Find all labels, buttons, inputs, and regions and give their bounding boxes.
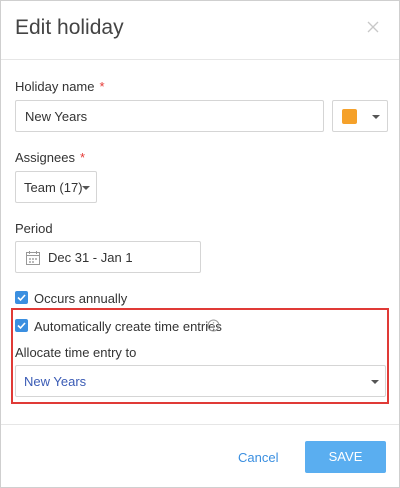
auto-time-entries-checkbox[interactable] [15, 319, 28, 332]
checkmark-icon [17, 294, 26, 302]
chevron-down-icon [82, 186, 90, 190]
assignees-dropdown[interactable]: Team (17) [15, 171, 97, 203]
dialog-title: Edit holiday [15, 16, 124, 39]
required-asterisk: * [79, 150, 86, 165]
cancel-button[interactable]: Cancel [238, 450, 278, 465]
assignees-label-text: Assignees [15, 150, 75, 165]
assignees-value: Team (17) [24, 180, 83, 195]
required-asterisk: * [99, 79, 105, 94]
edit-holiday-dialog: Edit holiday Holiday name * New Years Ass… [0, 0, 400, 488]
allocate-dropdown[interactable]: New Years [15, 365, 386, 397]
period-value: Dec 31 - Jan 1 [48, 250, 133, 265]
info-icon[interactable] [207, 319, 220, 332]
holiday-name-label: Holiday name * [15, 79, 105, 94]
assignees-label: Assignees * [15, 150, 85, 165]
footer-divider [1, 424, 399, 425]
calendar-icon [25, 250, 41, 265]
period-label: Period [15, 221, 53, 236]
holiday-name-input[interactable]: New Years [15, 100, 324, 132]
color-swatch [342, 109, 357, 124]
occurs-annually-checkbox[interactable] [15, 291, 28, 304]
dialog-header: Edit holiday [1, 1, 399, 60]
period-date-input[interactable]: Dec 31 - Jan 1 [15, 241, 201, 273]
color-picker-dropdown[interactable] [332, 100, 388, 132]
auto-time-entries-label: Automatically create time entries [34, 319, 222, 334]
allocate-label: Allocate time entry to [15, 345, 137, 360]
close-icon[interactable] [363, 17, 383, 37]
allocate-value: New Years [24, 374, 87, 389]
save-button[interactable]: SAVE [305, 441, 386, 473]
checkmark-icon [17, 322, 26, 330]
occurs-annually-label: Occurs annually [34, 291, 128, 306]
chevron-down-icon [371, 380, 379, 384]
chevron-down-icon [372, 115, 380, 119]
holiday-name-label-text: Holiday name [15, 79, 95, 94]
holiday-name-value: New Years [25, 109, 88, 124]
